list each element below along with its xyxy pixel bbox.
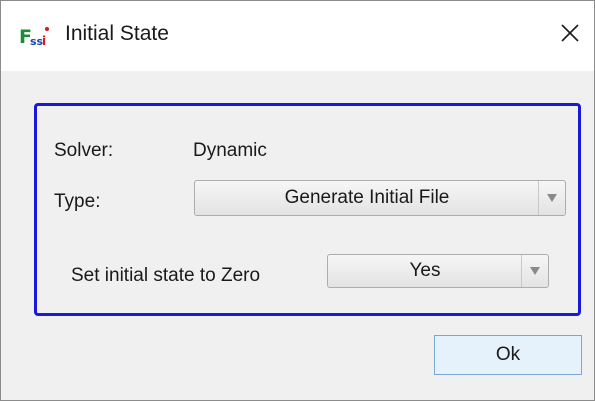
solver-label: Solver: bbox=[54, 140, 114, 161]
zero-state-label: Set initial state to Zero bbox=[71, 265, 261, 286]
settings-group: Solver: Dynamic Type: Generate Initial F… bbox=[34, 103, 581, 316]
fssi-logo-icon: F ss i bbox=[19, 23, 59, 49]
chevron-down-icon bbox=[538, 181, 565, 215]
type-dropdown-value: Generate Initial File bbox=[284, 187, 450, 208]
ok-button[interactable]: Ok bbox=[434, 335, 582, 375]
zero-state-dropdown-value: Yes bbox=[409, 260, 441, 281]
initial-state-dialog: F ss i Initial State Solver: Dynamic Typ… bbox=[0, 0, 595, 401]
type-dropdown[interactable]: Generate Initial File bbox=[194, 180, 566, 216]
chevron-down-icon bbox=[521, 255, 548, 287]
close-button[interactable] bbox=[547, 15, 593, 55]
svg-text:i: i bbox=[42, 34, 46, 48]
dialog-title: Initial State bbox=[65, 22, 169, 45]
title-bar: F ss i Initial State bbox=[1, 1, 594, 71]
solver-value: Dynamic bbox=[193, 140, 267, 161]
type-label: Type: bbox=[54, 191, 101, 212]
close-icon bbox=[561, 23, 579, 47]
zero-state-dropdown[interactable]: Yes bbox=[327, 254, 549, 288]
dialog-body: Solver: Dynamic Type: Generate Initial F… bbox=[1, 71, 594, 400]
